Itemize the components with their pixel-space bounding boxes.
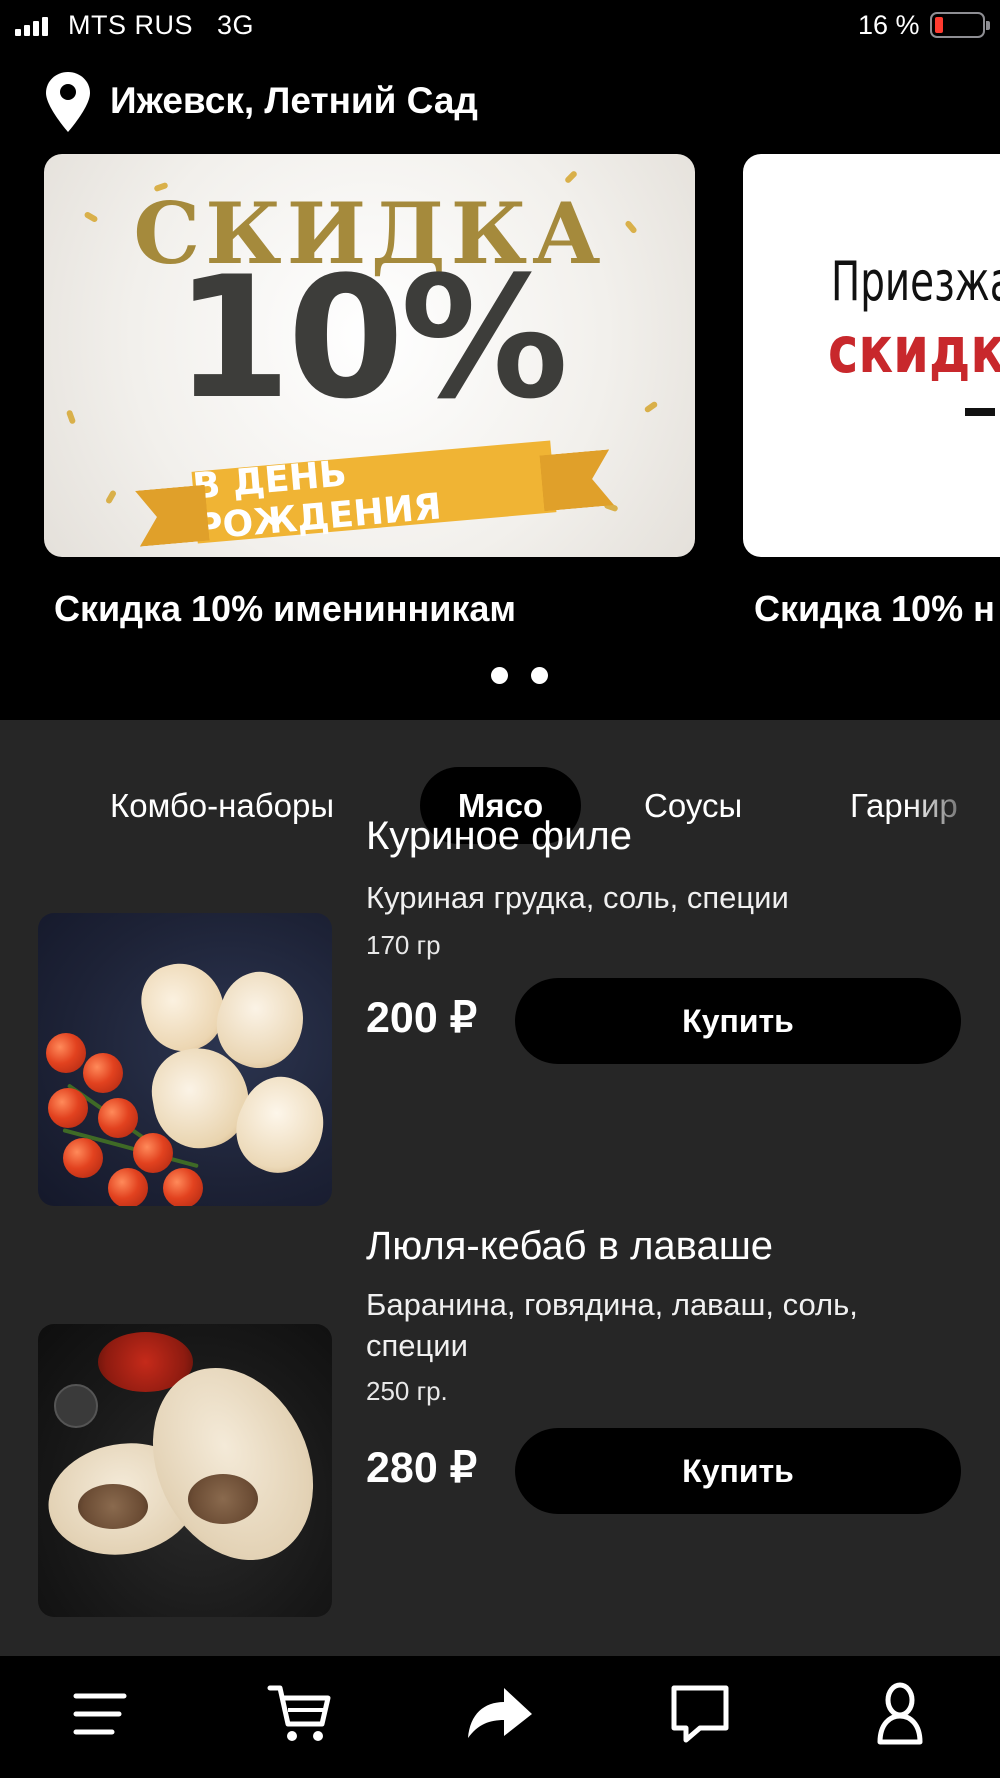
battery-low-icon — [930, 12, 990, 38]
product-description: Баранина, говядина, лаваш, соль, специи — [366, 1287, 858, 1363]
carrier-name: MTS RUS — [68, 10, 193, 40]
promo-banner-visit[interactable]: Приезжай скидка — [743, 154, 1000, 557]
battery-percent: 16 % — [858, 10, 920, 40]
buy-button[interactable]: Купить — [515, 978, 961, 1064]
banner-caption-1[interactable]: Скидка 10% именинникам — [54, 588, 516, 630]
product-weight: 170 гр — [366, 930, 441, 960]
banner-line-1: Приезжай — [831, 250, 1000, 313]
profile-icon[interactable] — [864, 1678, 936, 1750]
buy-button[interactable]: Купить — [515, 1428, 961, 1514]
share-icon[interactable] — [464, 1678, 536, 1750]
menu-icon[interactable] — [64, 1678, 136, 1750]
product-image-chicken[interactable] — [38, 913, 332, 1206]
chat-icon[interactable] — [664, 1678, 736, 1750]
battery-level — [935, 17, 943, 33]
carousel-dot-1[interactable] — [491, 667, 508, 684]
status-bar: MTS RUS 3G 16 % — [0, 0, 1000, 50]
cart-icon[interactable] — [264, 1678, 336, 1750]
location-pin-icon[interactable] — [46, 72, 90, 132]
network-type: 3G — [217, 10, 255, 40]
product-name[interactable]: Куриное филе — [366, 814, 632, 859]
bottom-nav — [0, 1656, 1000, 1778]
location-title[interactable]: Ижевск, Летний Сад — [110, 80, 478, 122]
banner-ribbon: В ДЕНЬ РОЖДЕНИЯ — [191, 440, 557, 549]
banner-discount: 10% — [174, 240, 568, 436]
signal-bars-icon — [15, 14, 48, 36]
banner-caption-2[interactable]: Скидка 10% н — [754, 588, 995, 630]
tab-garnish[interactable]: Гарнир — [850, 767, 958, 844]
tab-sauces[interactable]: Соусы — [644, 767, 742, 844]
banner-dash — [965, 408, 995, 416]
product-image-kebab[interactable] — [38, 1324, 332, 1617]
banner-line-2: скидка — [828, 314, 1000, 388]
carrier-info: MTS RUS 3G — [68, 10, 254, 41]
menu-area: Комбо-наборы Мясо Соусы Гарнир Куриное ф… — [0, 720, 1000, 1656]
product-price: 280 ₽ — [366, 1444, 478, 1492]
product-price: 200 ₽ — [366, 994, 478, 1042]
product-name[interactable]: Люля-кебаб в лаваше — [366, 1224, 773, 1269]
promo-banner-birthday[interactable]: СКИДКА 10% В ДЕНЬ РОЖДЕНИЯ — [44, 154, 695, 557]
tab-combo[interactable]: Комбо-наборы — [110, 767, 334, 844]
product-weight: 250 гр. — [366, 1376, 448, 1406]
product-description: Куриная грудка, соль, специи — [366, 880, 789, 915]
carousel-dot-2[interactable] — [531, 667, 548, 684]
